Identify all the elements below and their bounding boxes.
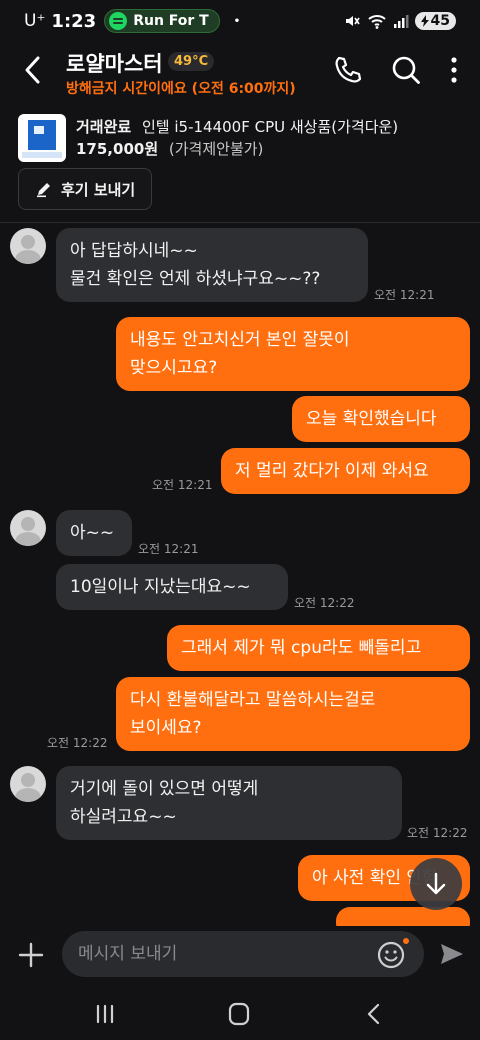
home-icon[interactable]	[224, 1000, 254, 1028]
product-card[interactable]: 거래완료 인텔 i5-14400F CPU 새상품(가격다운) 175,000원…	[0, 110, 480, 166]
message-composer	[0, 926, 480, 988]
spotify-icon	[109, 12, 128, 30]
message-line: 오늘 확인했습니다	[306, 409, 437, 429]
send-icon[interactable]	[438, 940, 466, 968]
message-bubble-outgoing[interactable]: 다시 환불해달라고 말씀하시는걸로 보이세요?	[116, 677, 470, 751]
clock: 1:23	[51, 10, 97, 32]
message-bubble-incoming[interactable]: 아 답답하시네~~ 물건 확인은 언제 하셨냐구요~~??	[56, 228, 368, 302]
message-line: 아 답답하시네~~	[70, 241, 198, 261]
more-vert-icon[interactable]	[436, 52, 472, 88]
manner-temperature-badge: 49°C	[168, 52, 215, 71]
music-pill-label: Run For T	[133, 13, 209, 29]
message-bubble-incoming[interactable]: 아~~	[56, 510, 132, 556]
message-line: 하실려고요~~	[70, 807, 177, 827]
thumbnail-strip	[22, 152, 62, 158]
message-line: 다시 환불해달라고 말씀하시는걸로	[130, 690, 376, 710]
product-thumbnail	[18, 114, 66, 162]
music-pill[interactable]: Run For T	[104, 9, 220, 33]
message-line: 보이세요?	[130, 718, 202, 738]
header-divider	[0, 222, 480, 223]
charging-icon	[420, 15, 429, 27]
new-badge-dot	[403, 938, 409, 944]
battery-level: 45	[430, 13, 450, 29]
message-time: 오전 12:22	[47, 736, 108, 750]
price-note: (가격제안불가)	[168, 140, 264, 158]
message-time: 오전 12:21	[374, 288, 435, 302]
message-line: 맞으시고요?	[130, 358, 218, 378]
search-icon[interactable]	[388, 52, 424, 88]
chat-area[interactable]: 아 답답하시네~~ 물건 확인은 언제 하셨냐구요~~?? 오전 12:21 내…	[0, 224, 480, 926]
message-line: 10일이나 지났는대요~~	[70, 577, 251, 597]
send-review-label: 후기 보내기	[61, 180, 136, 199]
do-not-disturb-notice: 방해금지 시간이에요 (오전 6:00까지)	[66, 81, 296, 97]
message-bubble-outgoing-partial[interactable]	[336, 907, 470, 926]
status-bar: U⁺ 1:23 Run For T • 45	[0, 0, 480, 42]
message-bubble-incoming[interactable]: 거기에 돌이 있으면 어떻게 하실려고요~~	[56, 766, 402, 840]
pencil-icon	[37, 183, 50, 198]
message-line: 그래서 제가 뭐 cpu라도 빼돌리고	[181, 638, 422, 658]
system-nav-bar	[0, 988, 480, 1040]
product-price-row: 175,000원 (가격제안불가)	[76, 138, 263, 159]
avatar[interactable]	[10, 766, 46, 802]
message-time: 오전 12:21	[138, 542, 199, 556]
battery-indicator: 45	[414, 12, 456, 30]
message-line: 물건 확인은 언제 하셨냐구요~~??	[70, 269, 321, 289]
message-time: 오전 12:22	[407, 826, 468, 840]
phone-icon[interactable]	[330, 52, 366, 88]
wifi-icon	[367, 15, 386, 29]
avatar[interactable]	[10, 228, 46, 264]
product-title-row: 거래완료 인텔 i5-14400F CPU 새상품(가격다운)	[76, 116, 398, 137]
message-bubble-outgoing[interactable]: 내용도 안고치신거 본인 잘못이 맞으시고요?	[116, 317, 470, 391]
send-review-button[interactable]: 후기 보내기	[18, 168, 153, 210]
signal-icon	[393, 15, 409, 28]
recent-apps-icon[interactable]	[90, 1000, 120, 1028]
message-line: 저 멀리 갔다가 이제 와서요	[235, 461, 429, 481]
notification-dot: •	[233, 15, 241, 27]
back-arrow-icon[interactable]	[18, 52, 50, 88]
message-bubble-outgoing[interactable]: 오늘 확인했습니다	[292, 396, 470, 442]
message-line: 아~~	[70, 523, 115, 543]
scroll-to-bottom-button[interactable]	[410, 858, 462, 910]
message-line: 내용도 안고치신거 본인 잘못이	[130, 330, 350, 350]
message-line: 거기에 돌이 있으면 어떻게	[70, 779, 259, 799]
carrier-label: U⁺	[24, 11, 46, 31]
trade-status: 거래완료	[76, 118, 132, 136]
back-icon[interactable]	[360, 1000, 390, 1028]
emoji-icon[interactable]	[376, 940, 406, 970]
avatar[interactable]	[10, 510, 46, 546]
message-time: 오전 12:21	[152, 478, 213, 492]
message-bubble-incoming[interactable]: 10일이나 지났는대요~~	[56, 564, 288, 610]
mute-icon	[345, 16, 360, 26]
message-bubble-outgoing[interactable]: 저 멀리 갔다가 이제 와서요	[221, 448, 470, 494]
product-price: 175,000원	[76, 140, 159, 158]
message-bubble-outgoing[interactable]: 그래서 제가 뭐 cpu라도 빼돌리고	[167, 625, 470, 671]
product-name: 인텔 i5-14400F CPU 새상품(가격다운)	[141, 118, 399, 136]
plus-icon[interactable]	[16, 940, 46, 970]
message-time: 오전 12:22	[294, 596, 355, 610]
chat-header: 로얄마스터 49°C 방해금지 시간이에요 (오전 6:00까지)	[0, 42, 480, 102]
message-input[interactable]	[62, 931, 424, 977]
arrow-down-icon	[426, 872, 446, 895]
page-title: 로얄마스터	[66, 52, 163, 76]
cpu-box-image	[28, 120, 56, 150]
